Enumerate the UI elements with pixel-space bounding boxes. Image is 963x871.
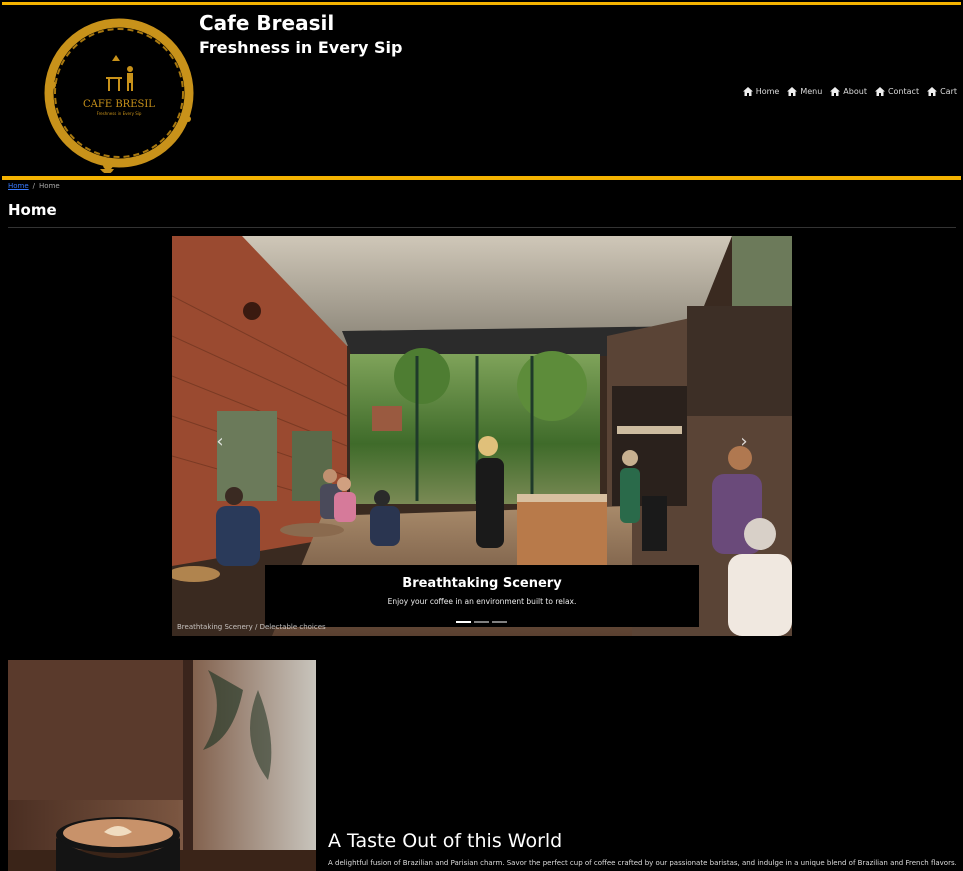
carousel-indicator-2[interactable] [474, 621, 489, 623]
nav-menu[interactable]: Menu [787, 87, 822, 96]
logo-text: CAFE BRESIL [83, 99, 155, 110]
nav-menu-label: Menu [800, 87, 823, 96]
carousel-indicator-3[interactable] [492, 621, 507, 623]
nav-cart-label: Cart [940, 87, 957, 96]
carousel-indicator-1[interactable] [456, 621, 471, 623]
nav-contact[interactable]: Contact [874, 87, 920, 96]
home-icon [787, 87, 798, 96]
carousel-caption: Breathtaking Scenery Enjoy your coffee i… [265, 565, 699, 627]
caption-title: Breathtaking Scenery [402, 576, 562, 591]
home-icon [742, 87, 753, 96]
site-header: CAFE BRESIL Freshness in Every Sip Cafe … [2, 2, 961, 180]
hero-carousel: ‹ › Breathtaking Scenery Enjoy your coff… [172, 236, 792, 636]
nav-about-label: About [843, 87, 867, 96]
home-icon [830, 87, 841, 96]
nav-cart[interactable]: Cart [927, 87, 957, 96]
breadcrumb-separator: / [32, 182, 36, 190]
site-subtitle: Freshness in Every Sip [199, 38, 403, 57]
coffee-cup-image [8, 660, 316, 871]
feature-text: A delightful fusion of Brazilian and Par… [328, 859, 956, 867]
page-title: Home [8, 201, 57, 219]
carousel-prev-button[interactable]: ‹ [208, 426, 232, 456]
breadcrumb-current: Home [39, 182, 60, 190]
nav-contact-label: Contact [887, 87, 920, 96]
home-icon [874, 87, 885, 96]
chevron-right-icon: › [740, 430, 748, 452]
breadcrumb: Home / Home [8, 182, 60, 190]
feature-title: A Taste Out of this World [328, 830, 563, 852]
breadcrumb-home-link[interactable]: Home [8, 182, 29, 190]
nav-home-label: Home [755, 87, 780, 96]
home-icon [927, 87, 938, 96]
site-title: Cafe Breasil [199, 11, 335, 35]
nav-about[interactable]: About [830, 87, 867, 96]
main-nav: Home Menu About Contact Cart [742, 87, 957, 96]
carousel-next-button[interactable]: › [732, 426, 756, 456]
carousel-indicators [456, 621, 507, 623]
logo-tagline: Freshness in Every Sip [97, 111, 142, 116]
nav-home[interactable]: Home [742, 87, 780, 96]
chevron-left-icon: ‹ [216, 430, 224, 452]
title-divider [8, 227, 956, 228]
caption-text: Enjoy your coffee in an environment buil… [387, 597, 577, 606]
cafe-logo[interactable]: CAFE BRESIL Freshness in Every Sip [38, 15, 200, 174]
carousel-slide-labels: Breathtaking Scenery / Delectable choice… [177, 623, 326, 631]
